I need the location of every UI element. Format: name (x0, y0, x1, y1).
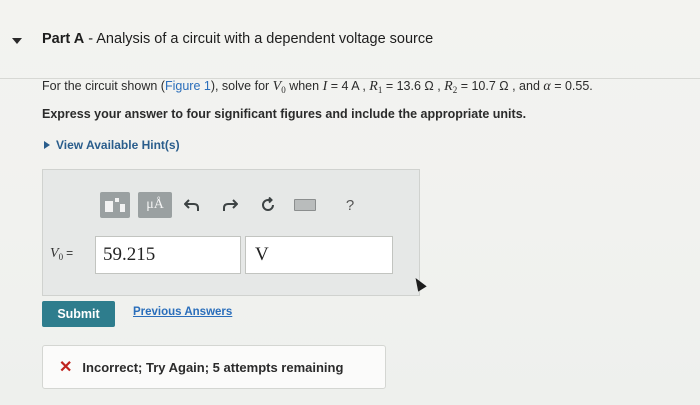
submit-button[interactable]: Submit (42, 301, 115, 327)
alpha-value: = 0.55. (550, 79, 593, 93)
collapse-caret-icon[interactable] (12, 38, 22, 44)
question-mid: ), solve for (210, 79, 273, 93)
alpha-variable: α (543, 79, 551, 94)
incorrect-x-icon: ✕ (59, 359, 73, 376)
undo-icon[interactable] (180, 193, 204, 217)
part-title[interactable]: Part A - Analysis of a circuit with a de… (42, 31, 433, 47)
r2-variable: R2 (444, 79, 458, 95)
answer-variable-label: V0 = (50, 246, 74, 262)
part-header: Part A - Analysis of a circuit with a de… (0, 0, 700, 79)
keyboard-icon[interactable] (294, 199, 316, 211)
feedback-text: Incorrect; Try Again; 5 attempts remaini… (82, 359, 344, 375)
figure-link[interactable]: Figure 1 (165, 79, 211, 93)
r2-value: = 10.7 Ω , and (457, 79, 544, 93)
question-lead: For the circuit shown ( (42, 79, 165, 93)
feedback-box: ✕ Incorrect; Try Again; 5 attempts remai… (42, 345, 386, 389)
question-text: For the circuit shown (Figure 1), solve … (42, 79, 692, 95)
redo-icon[interactable] (218, 193, 242, 217)
templates-icon (105, 198, 125, 212)
r1-value: = 13.6 Ω , (382, 79, 445, 93)
part-title-text: Analysis of a circuit with a dependent v… (96, 31, 434, 47)
help-icon[interactable]: ? (338, 193, 362, 217)
view-hints-toggle[interactable]: View Available Hint(s) (44, 138, 180, 152)
templates-button[interactable] (100, 192, 130, 218)
question-when: when (285, 79, 323, 93)
part-separator: - (84, 31, 97, 47)
view-hints-label: View Available Hint(s) (56, 138, 180, 152)
part-label: Part A (42, 31, 85, 47)
units-button[interactable]: μÅ (138, 192, 172, 218)
answer-value-input[interactable]: 59.215 (95, 236, 241, 274)
expand-triangle-icon (44, 141, 50, 149)
previous-answers-link[interactable]: Previous Answers (133, 306, 232, 318)
target-variable: V0 (272, 79, 286, 95)
answer-unit-input[interactable]: V (245, 236, 393, 274)
r1-variable: R1 (369, 79, 383, 95)
current-value: = 4 A , (327, 79, 370, 93)
answer-instruction: Express your answer to four significant … (42, 107, 527, 121)
reset-icon[interactable] (256, 193, 280, 217)
math-toolbar: μÅ ? (100, 188, 376, 222)
